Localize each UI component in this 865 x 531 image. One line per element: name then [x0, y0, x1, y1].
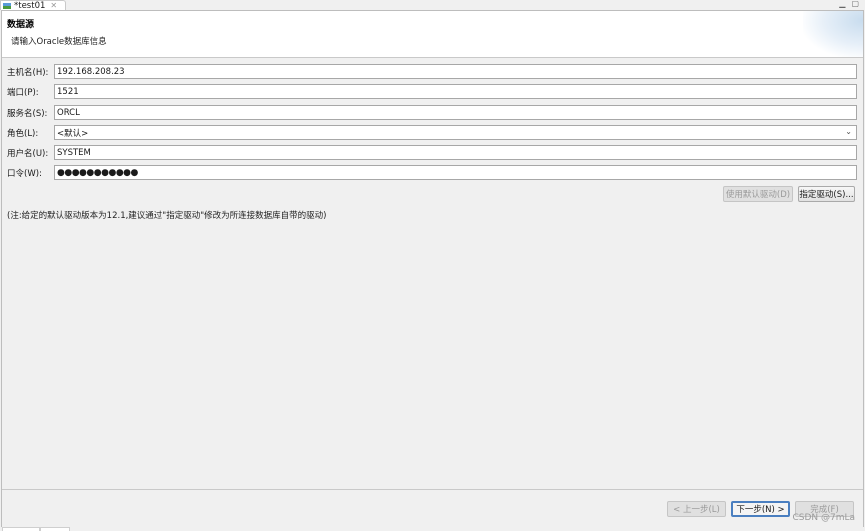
wizard-page: 数据源 请输入Oracle数据库信息 主机名(H): 192.168.208.2… — [1, 10, 864, 528]
host-label: 主机名(H): — [7, 67, 49, 78]
password-row: 口令(W): ●●●●●●●●●●● — [7, 165, 857, 180]
port-label: 端口(P): — [7, 87, 39, 98]
service-row: 服务名(S): ORCL — [7, 105, 857, 120]
window-controls: ▁ ▢ — [839, 0, 859, 8]
page-title: 数据源 — [7, 20, 35, 30]
driver-note: (注:给定的默认驱动版本为12.1,建议通过"指定驱动"修改为所连接数据库自带的… — [7, 211, 327, 221]
use-default-driver-button[interactable]: 使用默认驱动(D) — [723, 186, 793, 202]
maximize-icon[interactable]: ▢ — [851, 0, 859, 8]
back-button[interactable]: < 上一步(L) — [667, 501, 726, 517]
password-input[interactable]: ●●●●●●●●●●● — [54, 165, 857, 180]
bottom-tab-1[interactable] — [2, 527, 40, 531]
port-row: 端口(P): 1521 — [7, 84, 857, 99]
page-description: 请输入Oracle数据库信息 — [11, 37, 107, 47]
next-button[interactable]: 下一步(N) > — [731, 501, 790, 517]
editor-tab-title: *test01 — [14, 0, 46, 11]
footer-divider — [2, 489, 863, 490]
port-input[interactable]: 1521 — [54, 84, 857, 99]
host-row: 主机名(H): 192.168.208.23 — [7, 64, 857, 79]
service-label: 服务名(S): — [7, 108, 48, 119]
role-row: 角色(L): <默认> ⌄ — [7, 125, 857, 140]
editor-tab-bar: *test01 ✕ ▁ ▢ — [0, 0, 865, 11]
watermark: CSDN @7mLa — [792, 513, 855, 523]
chevron-down-icon[interactable]: ⌄ — [845, 127, 852, 136]
service-input[interactable]: ORCL — [54, 105, 857, 120]
role-select[interactable]: <默认> ⌄ — [54, 125, 857, 140]
bottom-tab-2[interactable] — [40, 527, 70, 531]
minimize-icon[interactable]: ▁ — [839, 0, 845, 8]
header-banner-image — [803, 11, 863, 57]
user-label: 用户名(U): — [7, 148, 49, 159]
user-input[interactable]: SYSTEM — [54, 145, 857, 160]
host-input[interactable]: 192.168.208.23 — [54, 64, 857, 79]
role-select-value: <默认> — [57, 128, 89, 139]
close-icon[interactable]: ✕ — [50, 1, 57, 10]
password-label: 口令(W): — [7, 168, 42, 179]
datasource-icon — [3, 2, 11, 9]
specify-driver-button[interactable]: 指定驱动(S)... — [798, 186, 855, 202]
role-label: 角色(L): — [7, 128, 39, 139]
bottom-tab-bar — [0, 527, 865, 531]
wizard-header: 数据源 请输入Oracle数据库信息 — [2, 11, 863, 58]
editor-tab[interactable]: *test01 ✕ — [0, 0, 66, 11]
user-row: 用户名(U): SYSTEM — [7, 145, 857, 160]
